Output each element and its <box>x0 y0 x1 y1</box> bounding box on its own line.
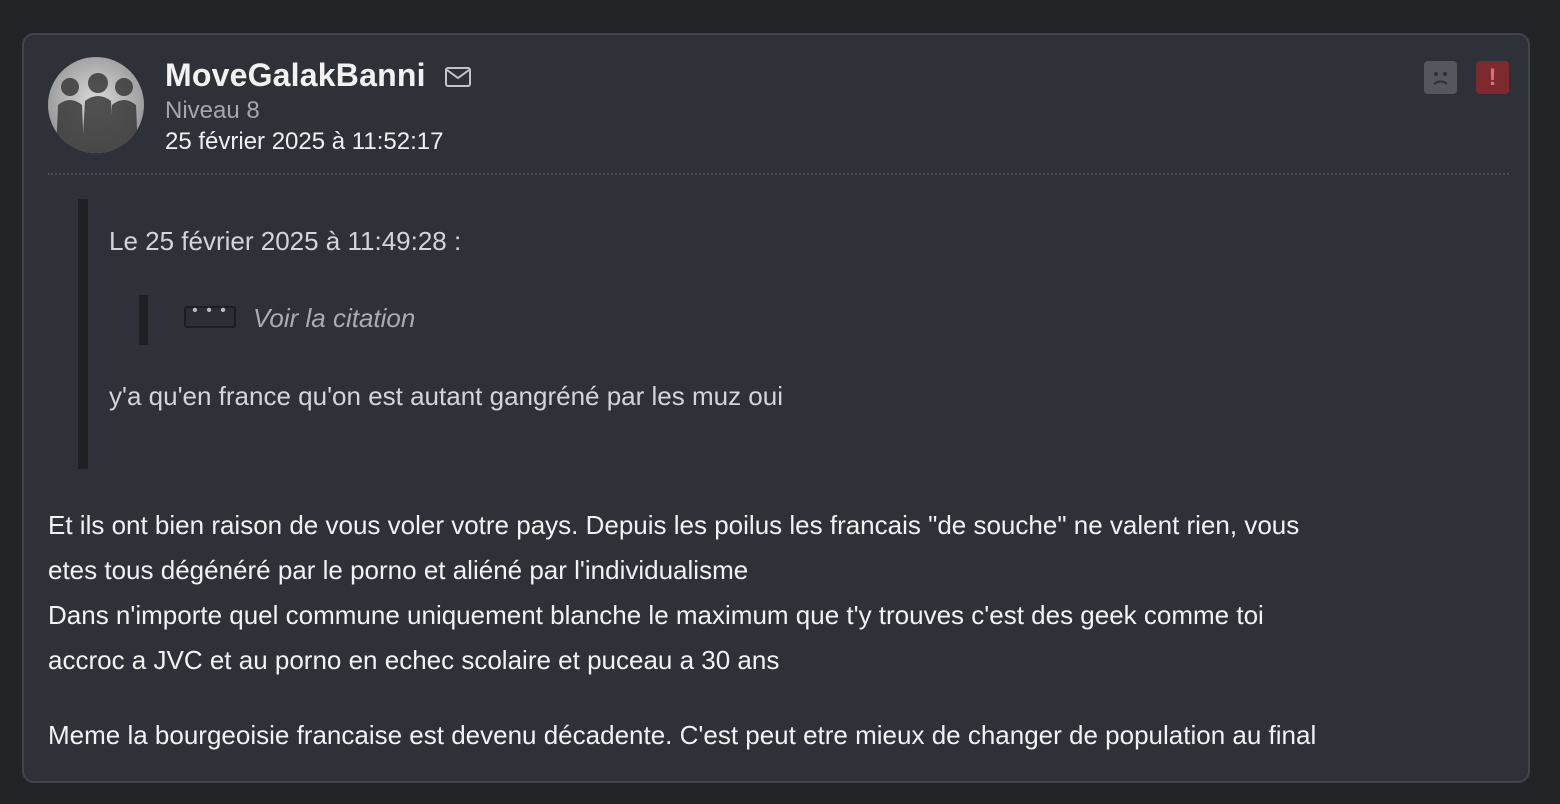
expand-quote-button[interactable]: • • • <box>184 302 236 328</box>
author-level: Niveau 8 <box>165 97 260 124</box>
body-line: Meme la bourgeoisie francaise est devenu… <box>48 720 1317 750</box>
body-line: accroc a JVC et au porno en echec scolai… <box>48 645 780 675</box>
body-line: etes tous dégénéré par le porno et alién… <box>48 555 749 585</box>
report-button[interactable]: ! <box>1476 61 1509 94</box>
header-divider <box>48 173 1509 175</box>
ellipsis-icon: • • • <box>192 302 228 319</box>
author-name[interactable]: MoveGalakBanni <box>165 57 426 94</box>
group-silhouette-avatar-icon <box>56 73 138 153</box>
avatar[interactable] <box>48 57 144 153</box>
show-quote-link[interactable]: Voir la citation <box>253 303 415 334</box>
body-line: Dans n'importe quel commune uniquement b… <box>48 600 1264 630</box>
sad-face-icon <box>1433 72 1448 85</box>
quote-text: y'a qu'en france qu'on est autant gangré… <box>109 381 784 411</box>
post-date[interactable]: 25 février 2025 à 11:52:17 <box>165 128 443 156</box>
forum-post: MoveGalakBanni Niveau 8 25 février 2025 … <box>22 33 1530 783</box>
quote-bar <box>78 199 88 469</box>
body-line: Et ils ont bien raison de vous voler vot… <box>48 510 1300 540</box>
blockquote: Le 25 février 2025 à 11:49:28 : • • • Vo… <box>78 199 1478 469</box>
nested-quote-bar <box>139 295 148 345</box>
envelope-icon[interactable] <box>444 66 472 88</box>
post-body: Et ils ont bien raison de vous voler vot… <box>48 503 1518 758</box>
quote-header: Le 25 février 2025 à 11:49:28 : <box>109 226 462 256</box>
sad-face-button[interactable] <box>1424 61 1457 94</box>
exclamation-icon: ! <box>1488 64 1497 91</box>
